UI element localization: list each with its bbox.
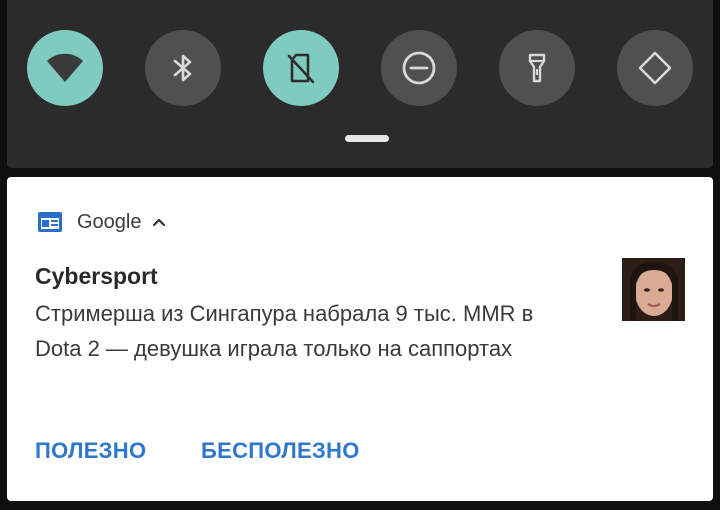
bluetooth-icon (173, 54, 192, 82)
sim-card-off-icon (287, 53, 315, 84)
wifi-tile[interactable] (27, 30, 103, 106)
notification-header[interactable]: Google (37, 209, 166, 235)
flashlight-tile[interactable] (499, 30, 575, 106)
news-app-icon (38, 212, 62, 232)
useless-button[interactable]: БЕСПОЛЕЗНО (201, 438, 360, 464)
notification-title: Cybersport (35, 263, 158, 289)
do-not-disturb-icon (402, 51, 436, 85)
wifi-icon (47, 53, 83, 82)
useful-button[interactable]: ПОЛЕЗНО (35, 438, 146, 464)
app-name: Google (77, 210, 142, 233)
chevron-up-icon[interactable] (152, 217, 166, 227)
quick-settings-panel (7, 0, 713, 168)
auto-rotate-icon (638, 51, 672, 85)
sim-card-tile[interactable] (263, 30, 339, 106)
drag-handle[interactable] (345, 135, 389, 142)
do-not-disturb-tile[interactable] (381, 30, 457, 106)
notification-body: Стримерша из Сингапура набрала 9 тыс. MM… (35, 301, 534, 361)
flashlight-icon (528, 53, 546, 83)
auto-rotate-tile[interactable] (617, 30, 693, 106)
notification-thumbnail (622, 258, 685, 321)
notification-card[interactable]: Google Cybersport Стримерша из Сингапура… (7, 177, 713, 501)
bluetooth-tile[interactable] (145, 30, 221, 106)
